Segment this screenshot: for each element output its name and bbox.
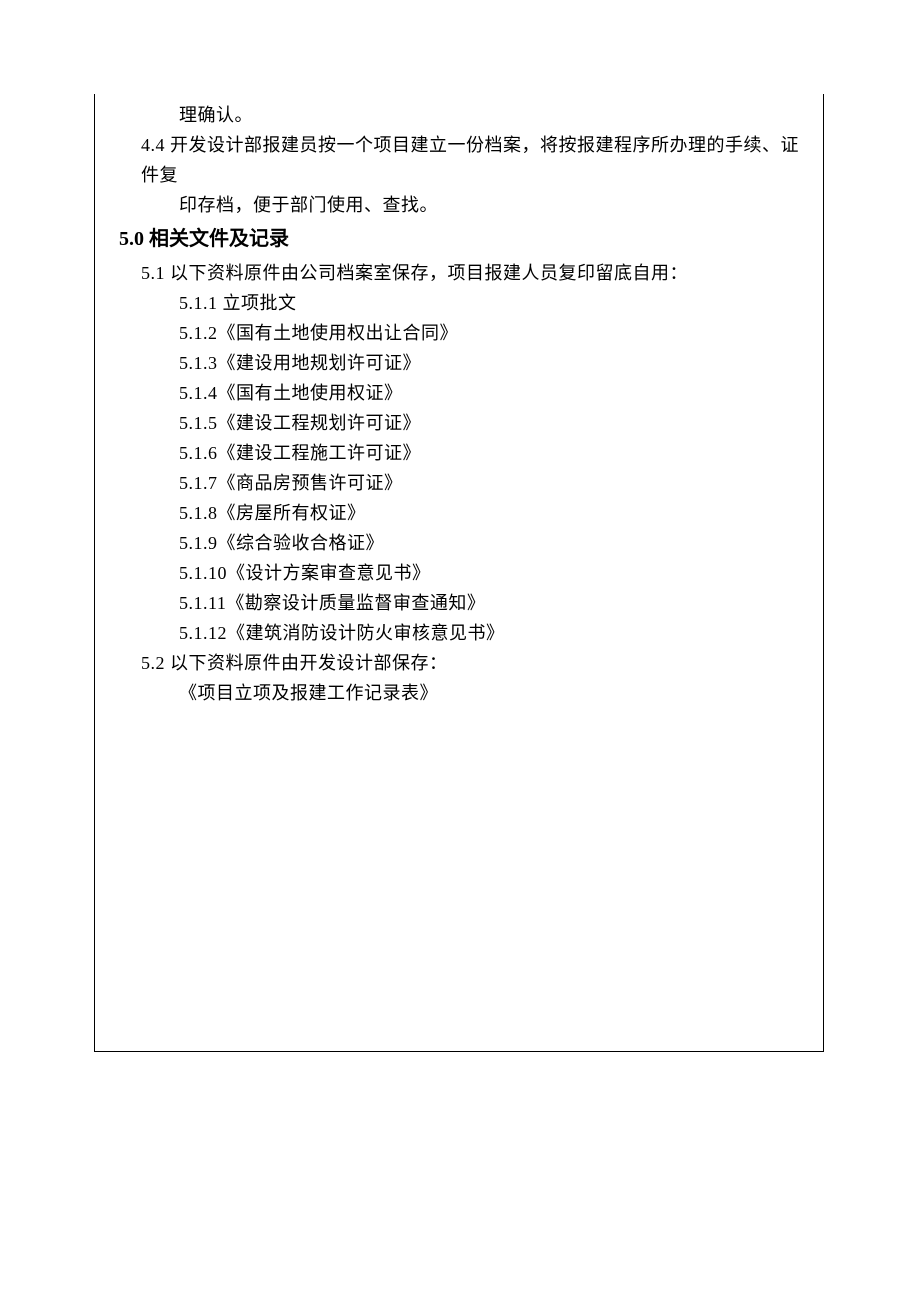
item-5-2: 5.2 以下资料原件由开发设计部保存： <box>119 648 805 678</box>
item-5-1-11: 5.1.11《勘察设计质量监督审查通知》 <box>119 588 805 618</box>
item-5-1-8: 5.1.8《房屋所有权证》 <box>119 498 805 528</box>
item-5-2-sub: 《项目立项及报建工作记录表》 <box>119 678 805 708</box>
item-5-1-6: 5.1.6《建设工程施工许可证》 <box>119 438 805 468</box>
item-5-1-12: 5.1.12《建筑消防设计防火审核意见书》 <box>119 618 805 648</box>
item-5-1-2: 5.1.2《国有土地使用权出让合同》 <box>119 318 805 348</box>
heading-5-0: 5.0 相关文件及记录 <box>119 222 805 256</box>
item-5-1-4: 5.1.4《国有土地使用权证》 <box>119 378 805 408</box>
sec4-cont-line: 理确认。 <box>119 100 805 130</box>
item-5-1-5: 5.1.5《建设工程规划许可证》 <box>119 408 805 438</box>
item-5-1: 5.1 以下资料原件由公司档案室保存，项目报建人员复印留底自用： <box>119 258 805 288</box>
item-4-4-line1: 4.4 开发设计部报建员按一个项目建立一份档案，将按报建程序所办理的手续、证件复 <box>119 130 805 190</box>
item-5-1-3: 5.1.3《建设用地规划许可证》 <box>119 348 805 378</box>
page-frame: 理确认。 4.4 开发设计部报建员按一个项目建立一份档案，将按报建程序所办理的手… <box>94 94 824 1052</box>
item-5-1-1: 5.1.1 立项批文 <box>119 288 805 318</box>
item-4-4-line2: 印存档，便于部门使用、查找。 <box>119 190 805 220</box>
item-5-1-7: 5.1.7《商品房预售许可证》 <box>119 468 805 498</box>
item-5-1-9: 5.1.9《综合验收合格证》 <box>119 528 805 558</box>
item-5-1-10: 5.1.10《设计方案审查意见书》 <box>119 558 805 588</box>
